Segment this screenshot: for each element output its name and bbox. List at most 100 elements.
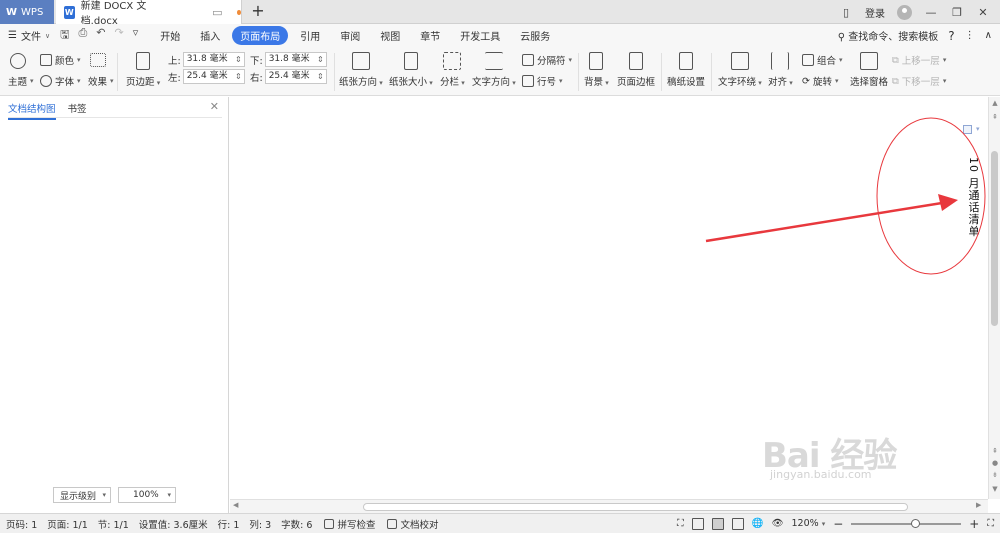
zoom-out-button[interactable]: −: [833, 517, 843, 531]
command-search[interactable]: ⚲ 查找命令、搜索模板: [838, 28, 939, 43]
customize-icon[interactable]: ▿: [133, 26, 139, 45]
paper-size-button[interactable]: 纸张大小 ▾: [389, 52, 433, 88]
tab-review[interactable]: 审阅: [332, 26, 368, 45]
columns-button[interactable]: 分栏 ▾: [440, 52, 465, 88]
margins-button[interactable]: 页边距 ▾: [126, 52, 160, 88]
margin-top-field[interactable]: 上: 31.8 毫米: [168, 52, 245, 67]
tab-view[interactable]: 视图: [372, 26, 408, 45]
avatar[interactable]: [897, 4, 912, 20]
horizontal-scroll-thumb[interactable]: [363, 503, 908, 511]
margin-bottom-field[interactable]: 下: 31.8 毫米: [250, 52, 327, 67]
margin-left-field[interactable]: 左: 25.4 毫米: [168, 69, 245, 84]
send-backward-button[interactable]: ⧉ 下移一层 ▾: [892, 74, 946, 89]
margin-right-field[interactable]: 右: 25.4 毫米: [250, 69, 327, 84]
zoom-level[interactable]: 120% ▾: [792, 518, 826, 529]
redo-icon[interactable]: ↷: [115, 26, 124, 45]
chevron-down-icon: ▾: [167, 491, 171, 499]
eye-protection-icon[interactable]: 👁: [771, 518, 783, 529]
tab-home[interactable]: 开始: [152, 26, 188, 45]
horizontal-scrollbar[interactable]: ◀ ▶: [230, 499, 988, 513]
wps-home-tab[interactable]: W WPS: [0, 0, 54, 24]
chevron-down-icon: ▾: [102, 491, 106, 499]
tab-developer[interactable]: 开发工具: [452, 26, 508, 45]
scroll-up-icon[interactable]: ▲: [989, 99, 1000, 107]
restore-button[interactable]: ❐: [950, 6, 964, 19]
align-label: 对齐: [768, 77, 788, 88]
group-button[interactable]: 组合 ▾: [802, 53, 843, 67]
more-icon[interactable]: ⋮: [965, 30, 975, 41]
separator-button[interactable]: 分隔符 ▾: [522, 53, 572, 67]
margin-right-input[interactable]: 25.4 毫米: [264, 69, 327, 84]
spell-check-button[interactable]: 拼写检查: [324, 517, 375, 531]
scroll-right-icon[interactable]: ▶: [976, 501, 981, 509]
font-button[interactable]: 字体 ▾: [40, 74, 81, 88]
level-select[interactable]: 显示级别 ▾: [53, 487, 111, 503]
line-numbers-label: 行号: [537, 77, 557, 88]
prev-page-icon[interactable]: ⇞: [989, 447, 1000, 455]
page-up-icon[interactable]: ⇞: [989, 113, 1000, 121]
status-word-count[interactable]: 字数: 6: [281, 517, 312, 531]
web-view-icon[interactable]: 🌐: [752, 518, 764, 529]
help-icon[interactable]: ?: [948, 29, 954, 43]
file-menu[interactable]: ☰ 文件 ∨: [8, 28, 50, 43]
tab-insert[interactable]: 插入: [192, 26, 228, 45]
document-canvas[interactable]: ▾ 10 月通话清单 Bai 经验 jingyan.baidu.com: [230, 97, 988, 499]
manuscript-button[interactable]: 稿纸设置: [667, 52, 705, 88]
align-button[interactable]: 对齐 ▾: [768, 52, 793, 88]
background-label: 背景: [584, 77, 604, 88]
monitor-icon[interactable]: ▭: [212, 6, 222, 19]
collapse-ribbon-icon[interactable]: ∧: [985, 30, 992, 41]
tab-page-layout[interactable]: 页面布局: [232, 26, 289, 45]
login-link[interactable]: 登录: [865, 5, 885, 20]
theme-button[interactable]: 主题 ▾: [8, 74, 34, 88]
document-tab[interactable]: W 新建 DOCX 文档.docx ▭: [56, 0, 242, 27]
page-border-button[interactable]: 页面边框: [617, 52, 655, 88]
selection-pane-button[interactable]: 选择窗格: [850, 52, 888, 88]
zoom-in-button[interactable]: +: [969, 517, 979, 531]
status-page-number[interactable]: 页码: 1: [6, 517, 37, 531]
save-icon[interactable]: 🖫: [60, 26, 69, 45]
scroll-left-icon[interactable]: ◀: [233, 501, 238, 509]
close-icon[interactable]: ✕: [210, 100, 219, 113]
tab-references[interactable]: 引用: [292, 26, 328, 45]
bring-forward-button[interactable]: ⧉ 上移一层 ▾: [892, 53, 946, 68]
color-button[interactable]: 颜色 ▾: [40, 53, 81, 67]
effect-button[interactable]: 效果 ▾: [88, 74, 114, 88]
effect-preview-icon[interactable]: [90, 53, 106, 67]
zoom-slider-knob[interactable]: [911, 518, 921, 528]
reading-view-icon[interactable]: [691, 517, 704, 530]
theme-palette-icon[interactable]: [10, 53, 26, 69]
vertical-scroll-thumb[interactable]: [991, 151, 998, 326]
minimize-button[interactable]: —: [924, 6, 938, 19]
line-numbers-button[interactable]: 行号 ▾: [522, 74, 563, 88]
scroll-down-icon[interactable]: ▼: [989, 485, 1000, 493]
background-button[interactable]: 背景 ▾: [584, 52, 609, 88]
margin-left-input[interactable]: 25.4 毫米: [182, 69, 245, 84]
tablet-mode-icon[interactable]: ▯: [839, 6, 853, 19]
vertical-scrollbar[interactable]: ▲ ⇞ ⇞ ● ⇟ ▼: [988, 97, 1000, 499]
rotate-button[interactable]: ⟳ 旋转 ▾: [802, 74, 839, 89]
undo-icon[interactable]: ↶: [96, 26, 105, 45]
orientation-button[interactable]: 纸张方向 ▾: [339, 52, 383, 88]
outline-view-icon[interactable]: [731, 517, 744, 530]
new-tab-button[interactable]: +: [248, 2, 268, 22]
text-wrap-button[interactable]: 文字环绕 ▾: [718, 52, 762, 88]
text-direction-button[interactable]: 文字方向 ▾: [472, 52, 516, 88]
fullscreen-icon[interactable]: ⛶: [677, 518, 684, 529]
doc-file-icon: W: [64, 5, 75, 19]
margin-top-input[interactable]: 31.8 毫米: [182, 52, 245, 67]
doc-proof-button[interactable]: 文档校对: [387, 517, 438, 531]
nav-zoom-select[interactable]: 100% ▾: [118, 487, 176, 503]
zoom-slider[interactable]: [851, 518, 962, 528]
select-browse-icon[interactable]: ●: [989, 459, 1000, 467]
status-column: 列: 3: [249, 519, 272, 531]
print-icon[interactable]: ⎙: [78, 26, 87, 45]
fit-page-icon[interactable]: ⛶: [987, 518, 994, 529]
next-page-icon[interactable]: ⇟: [989, 471, 1000, 479]
page-view-icon[interactable]: [711, 517, 724, 530]
margins-label: 页边距: [126, 77, 155, 88]
tab-section[interactable]: 章节: [412, 26, 448, 45]
margin-bottom-input[interactable]: 31.8 毫米: [264, 52, 327, 67]
tab-cloud[interactable]: 云服务: [512, 26, 558, 45]
close-button[interactable]: ✕: [976, 6, 990, 19]
